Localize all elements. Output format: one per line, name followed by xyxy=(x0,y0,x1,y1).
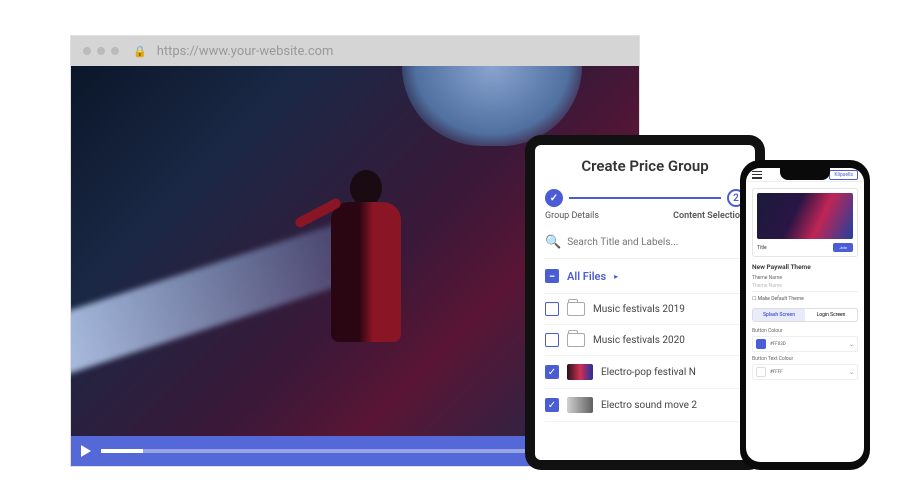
file-label: Music festivals 2019 xyxy=(593,304,745,315)
colour-value: #FFFF xyxy=(770,370,845,375)
file-label: Music festivals 2020 xyxy=(593,335,745,346)
address-bar[interactable]: https://www.your-website.com xyxy=(157,44,334,59)
traffic-light-max[interactable] xyxy=(111,47,119,55)
colour-value: #FF03D xyxy=(770,342,845,347)
colour-swatch-icon xyxy=(756,339,766,349)
menu-icon[interactable] xyxy=(752,171,762,179)
section-heading: New Paywall Theme xyxy=(752,263,858,271)
seek-progress xyxy=(101,449,143,453)
step-1-label: Group Details xyxy=(545,211,599,221)
brand-badge: Klipsells xyxy=(829,170,858,180)
phone-notch xyxy=(780,168,830,180)
list-item[interactable]: Music festivals 2019 xyxy=(545,294,745,325)
folder-icon xyxy=(567,302,585,316)
field-label: Button Colour xyxy=(752,328,858,334)
phone-screen: Klipsells Title Join New Paywall Theme T… xyxy=(746,168,864,462)
tab-splash[interactable]: Splash Screen xyxy=(753,309,805,321)
list-item[interactable]: Music festivals 2020 xyxy=(545,325,745,356)
file-label: Electro sound move 2 xyxy=(601,400,745,411)
preview-card: Title Join xyxy=(752,188,858,257)
browser-chrome: 🔒 https://www.your-website.com xyxy=(71,36,639,66)
list-item[interactable]: ✓ Electro sound move 2 xyxy=(545,389,745,422)
step-1-done-icon: ✓ xyxy=(545,189,563,207)
ceiling-light xyxy=(402,66,582,146)
button-text-colour-picker[interactable]: #FFFF ⌄ xyxy=(752,364,858,380)
play-icon[interactable] xyxy=(81,445,91,457)
search-icon: 🔍 xyxy=(545,235,561,250)
tab-login[interactable]: Login Screen xyxy=(805,309,857,321)
field-label: Button Text Colour xyxy=(752,356,858,362)
chevron-down-icon: ▸ xyxy=(614,272,618,281)
join-button[interactable]: Join xyxy=(833,243,853,252)
step-connector xyxy=(569,197,721,199)
performer-silhouette xyxy=(321,170,411,380)
step-2-label: Content Selection xyxy=(673,211,745,221)
preview-thumbnail xyxy=(757,193,853,239)
default-theme-checkbox[interactable]: ☐ Make Default Theme xyxy=(752,296,858,302)
all-files-row[interactable]: − All Files ▸ xyxy=(545,259,745,294)
traffic-light-close[interactable] xyxy=(83,47,91,55)
list-item[interactable]: ✓ Electro-pop festival N xyxy=(545,356,745,389)
folder-icon xyxy=(567,333,585,347)
checkbox[interactable] xyxy=(545,302,559,316)
video-thumbnail xyxy=(567,364,593,380)
chevron-down-icon: ⌄ xyxy=(849,369,854,376)
video-thumbnail xyxy=(567,397,593,413)
select-partial-icon[interactable]: − xyxy=(545,269,559,283)
checkbox-checked[interactable]: ✓ xyxy=(545,365,559,379)
screen-tabs: Splash Screen Login Screen xyxy=(752,308,858,322)
traffic-light-min[interactable] xyxy=(97,47,105,55)
search-input[interactable] xyxy=(567,237,745,248)
page-title: Create Price Group xyxy=(545,157,745,175)
file-label: Electro-pop festival N xyxy=(601,367,745,378)
tablet-device: Create Price Group ✓ 2 Group Details Con… xyxy=(525,135,765,470)
checkbox-checked[interactable]: ✓ xyxy=(545,398,559,412)
tablet-screen: Create Price Group ✓ 2 Group Details Con… xyxy=(535,145,755,460)
preview-title: Title xyxy=(757,245,767,251)
button-colour-picker[interactable]: #FF03D ⌄ xyxy=(752,336,858,352)
theme-name-input[interactable]: Theme Name xyxy=(752,281,858,292)
phone-device: Klipsells Title Join New Paywall Theme T… xyxy=(740,160,870,470)
lock-icon: 🔒 xyxy=(133,45,147,58)
checkbox[interactable] xyxy=(545,333,559,347)
stepper: ✓ 2 xyxy=(545,189,745,207)
colour-swatch-icon xyxy=(756,367,766,377)
all-files-label: All Files xyxy=(567,270,606,283)
chevron-down-icon: ⌄ xyxy=(849,341,854,348)
